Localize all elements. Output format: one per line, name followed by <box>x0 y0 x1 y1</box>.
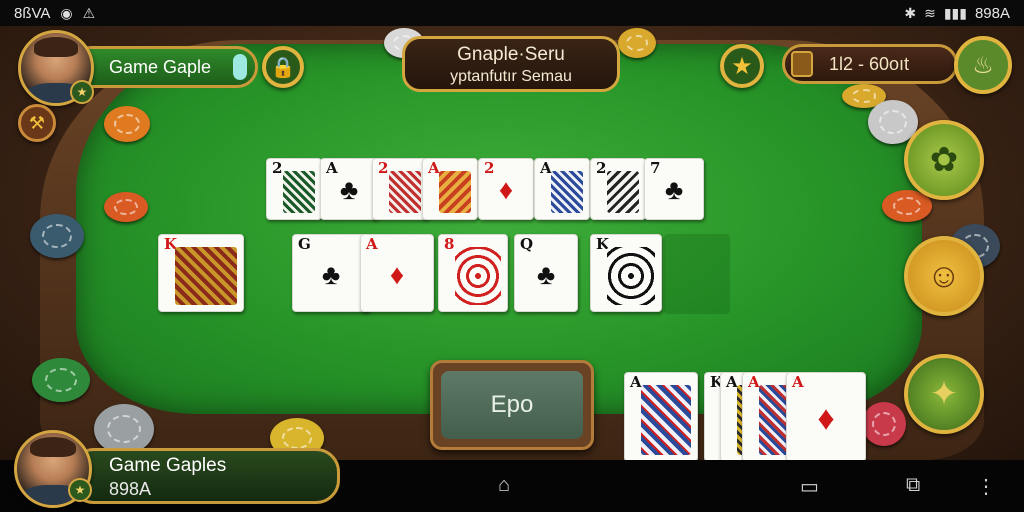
signal-icon: ▮▮▮ <box>943 4 967 21</box>
card-rank: A <box>366 235 378 253</box>
bottom-level-badge-icon: ★ <box>68 478 92 502</box>
rose-emblem-icon[interactable]: ✿ <box>904 120 984 200</box>
card-face-pattern <box>641 385 691 455</box>
card-face-pattern <box>175 247 237 305</box>
hammer-icon[interactable]: ⚒ <box>18 104 56 142</box>
card-rank: Q <box>520 235 534 253</box>
recents-icon[interactable]: ▭ <box>800 474 819 499</box>
card-rank: A <box>326 159 338 177</box>
table-card[interactable]: 7 ♣ <box>644 158 704 220</box>
card-suit: ♦ <box>498 174 514 206</box>
table-felt <box>76 44 922 414</box>
card-face-pattern <box>439 171 471 213</box>
chip-stack <box>104 106 150 142</box>
hand-card[interactable]: A <box>624 372 698 462</box>
table-card[interactable]: 2 <box>590 158 646 220</box>
table-title-banner: Gnaple·Seru yptanfutır Semau <box>402 36 620 92</box>
window-icon[interactable]: ⧉ <box>906 474 920 497</box>
bottom-player-name: Game Gaples <box>109 455 227 476</box>
level-badge-icon: ★ <box>70 80 94 104</box>
play-action-label-area: Epo <box>441 371 583 439</box>
home-icon[interactable]: ⌂ <box>498 474 510 497</box>
table-card[interactable]: Q ♣ <box>514 234 578 312</box>
record-icon: ◉ <box>60 4 73 21</box>
wifi-icon: ≋ <box>924 4 936 21</box>
chip-stack <box>32 358 90 402</box>
card-face-pattern <box>607 171 639 213</box>
bottom-player-pill[interactable]: Game Gaples 898A <box>70 448 340 504</box>
lock-icon[interactable]: 🔒 <box>262 46 304 88</box>
bottom-player-coins: 898A <box>109 479 152 499</box>
coin-balance: 1l2 - 60oıt <box>829 53 910 74</box>
table-card[interactable]: A <box>422 158 478 220</box>
table-card[interactable]: A <box>534 158 590 220</box>
table-card[interactable]: A ♦ <box>360 234 434 312</box>
table-card[interactable]: 8 <box>438 234 508 312</box>
card-face-pattern <box>455 247 501 305</box>
player-name: Game Gaple <box>109 56 212 77</box>
chip-stack <box>618 28 656 58</box>
card-rank: A <box>726 373 738 391</box>
character-emblem-icon[interactable]: ☺ <box>904 236 984 316</box>
chip-stack <box>94 404 154 454</box>
table-card[interactable]: G ♣ <box>292 234 370 312</box>
coin-balance-pill[interactable]: 1l2 - 60oıt <box>782 44 958 84</box>
card-rank: A <box>540 159 552 177</box>
card-rank: 2 <box>272 159 283 177</box>
card-suit: ♦ <box>817 399 835 438</box>
card-face-pattern <box>283 171 315 213</box>
card-rank: G <box>298 235 311 253</box>
card-face-pattern <box>551 171 583 213</box>
play-action-label: Epo <box>490 391 534 418</box>
table-card[interactable]: 2 <box>266 158 322 220</box>
wallet-icon <box>791 51 813 77</box>
card-suit: ♣ <box>321 258 341 290</box>
card-rank: 7 <box>650 159 661 177</box>
table-subtitle: yptanfutır Semau <box>450 68 572 85</box>
bluetooth-icon: ✱ <box>904 4 917 21</box>
card-rank: A <box>428 159 440 177</box>
card-suit: ♣ <box>339 174 359 206</box>
table-card[interactable]: 2 <box>372 158 428 220</box>
card-suit: ♦ <box>389 258 405 290</box>
table-card[interactable]: A ♣ <box>320 158 378 220</box>
status-right-text: 898A <box>974 4 1010 22</box>
status-left-text: 8ßVA <box>14 4 51 22</box>
card-suit: ♣ <box>536 258 556 290</box>
more-icon[interactable]: ⋮ <box>976 474 996 499</box>
table-title: Gnaple·Seru <box>457 44 565 65</box>
card-face-pattern <box>389 171 421 213</box>
card-face-pattern <box>607 247 655 305</box>
play-action-button[interactable]: Epo <box>430 360 594 450</box>
hand-card[interactable]: A ♦ <box>786 372 866 462</box>
table-card[interactable]: K <box>590 234 662 312</box>
chip-stack <box>862 402 906 446</box>
card-suit: ♣ <box>664 174 684 206</box>
star-icon[interactable]: ★ <box>720 44 764 88</box>
shop-bag-icon[interactable]: ♨ <box>954 36 1012 94</box>
empty-card-slot <box>664 234 730 314</box>
info-icon[interactable] <box>233 54 247 80</box>
table-card[interactable]: 2 ♦ <box>478 158 534 220</box>
card-rank: 2 <box>484 159 495 177</box>
card-rank: A <box>792 373 804 391</box>
player-name-pill[interactable]: Game Gaple <box>70 46 258 88</box>
card-rank: A <box>630 373 642 391</box>
chip-stack <box>104 192 148 222</box>
dragon-emblem-icon[interactable]: ✦ <box>904 354 984 434</box>
status-bar: 8ßVA ◉ ⚠ ✱ ≋ ▮▮▮ 898A <box>0 0 1024 26</box>
chip-stack <box>30 214 84 258</box>
card-rank: A <box>748 373 760 391</box>
card-rank: 2 <box>596 159 607 177</box>
card-rank: 2 <box>378 159 389 177</box>
table-card[interactable]: K <box>158 234 244 312</box>
card-rank: 8 <box>444 235 455 253</box>
warning-icon: ⚠ <box>82 4 96 21</box>
